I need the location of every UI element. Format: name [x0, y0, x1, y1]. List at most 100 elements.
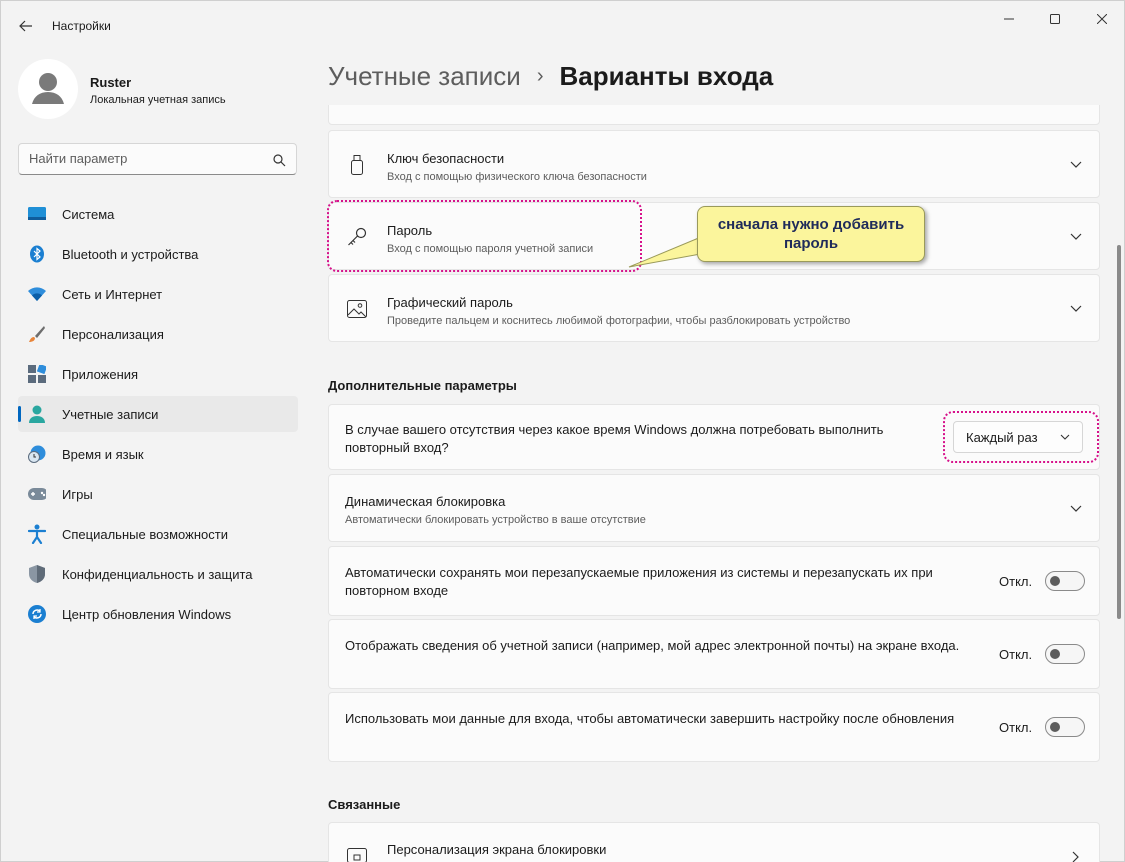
sidebar-item-privacy[interactable]: Конфиденциальность и защита [18, 556, 298, 592]
setting-text: Автоматически сохранять мои перезапускае… [345, 565, 933, 598]
chevron-down-icon[interactable] [1069, 158, 1083, 172]
title-bar: Настройки [1, 1, 1124, 45]
annotation-callout: сначала нужно добавить пароль [697, 206, 925, 262]
setting-text: Использовать мои данные для входа, чтобы… [345, 711, 955, 726]
picture-password-card[interactable]: Графический пароль Проведите пальцем и к… [328, 274, 1100, 342]
security-key-card[interactable]: Ключ безопасности Вход с помощью физичес… [328, 130, 1100, 198]
toggle-knob [1050, 722, 1060, 732]
key-icon [347, 227, 367, 247]
show-account-details-card: Отображать сведения об учетной записи (н… [328, 619, 1100, 689]
toggle-state-label: Откл. [999, 720, 1033, 735]
sidebar-item-label: Персонализация [62, 327, 164, 342]
require-signin-dropdown[interactable]: Каждый раз [953, 421, 1083, 453]
sidebar-item-windows-update[interactable]: Центр обновления Windows [18, 596, 298, 632]
sidebar-nav: Система Bluetooth и устройства Сеть и Ин… [18, 196, 298, 636]
minimize-icon [1004, 18, 1014, 20]
dynamic-lock-card[interactable]: Динамическая блокировка Автоматически бл… [328, 474, 1100, 542]
back-button[interactable] [13, 13, 39, 39]
close-icon [1097, 14, 1107, 24]
search-icon[interactable] [272, 153, 286, 167]
sidebar-item-label: Время и язык [62, 447, 144, 462]
sidebar-item-system[interactable]: Система [18, 196, 298, 232]
sign-in-option-card-partial[interactable] [328, 105, 1100, 125]
section-heading-additional: Дополнительные параметры [328, 378, 517, 393]
card-title: Графический пароль [387, 295, 513, 310]
sidebar-item-label: Специальные возможности [62, 527, 228, 542]
toggle-state-label: Откл. [999, 647, 1033, 662]
restart-apps-toggle[interactable] [1045, 571, 1085, 591]
sidebar-item-bluetooth[interactable]: Bluetooth и устройства [18, 236, 298, 272]
apps-icon [28, 365, 46, 383]
card-title: Пароль [387, 223, 433, 238]
sidebar-item-time-language[interactable]: Время и язык [18, 436, 298, 472]
card-description: Вход с помощью физического ключа безопас… [387, 171, 647, 183]
gamepad-icon [28, 485, 46, 503]
toggle-state-label: Откл. [999, 574, 1033, 589]
chevron-down-icon[interactable] [1069, 502, 1083, 516]
sidebar-item-personalization[interactable]: Персонализация [18, 316, 298, 352]
system-icon [28, 205, 46, 223]
accessibility-icon [28, 524, 46, 544]
user-name: Ruster [90, 75, 132, 90]
search-input[interactable] [29, 151, 259, 166]
card-description: Вход с помощью пароля учетной записи [387, 243, 594, 255]
chevron-right-icon[interactable] [1069, 850, 1083, 862]
lock-screen-personalization-card[interactable]: Персонализация экрана блокировки [328, 822, 1100, 862]
section-heading-related: Связанные [328, 797, 401, 812]
chevron-down-icon[interactable] [1069, 230, 1083, 244]
lock-screen-icon [347, 847, 367, 862]
use-signin-info-card: Использовать мои данные для входа, чтобы… [328, 692, 1100, 762]
sidebar-item-label: Сеть и Интернет [62, 287, 163, 302]
sidebar-item-accounts[interactable]: Учетные записи [18, 396, 298, 432]
brush-icon [28, 325, 46, 343]
setting-text: Отображать сведения об учетной записи (н… [345, 638, 960, 653]
card-title: Ключ безопасности [387, 151, 505, 166]
sidebar-item-label: Учетные записи [62, 407, 159, 422]
breadcrumb: Учетные записи › Варианты входа [328, 61, 773, 92]
wifi-icon [28, 285, 46, 303]
breadcrumb-parent[interactable]: Учетные записи [328, 61, 521, 92]
require-signin-text: В случае вашего отсутствия через какое в… [345, 422, 884, 455]
usb-key-icon [347, 155, 367, 175]
sidebar-item-label: Система [62, 207, 115, 222]
toggle-knob [1050, 649, 1060, 659]
settings-window: Настройки Ruster Локальная учетная запис… [0, 0, 1125, 862]
maximize-icon [1050, 14, 1060, 24]
sidebar-item-label: Bluetooth и устройства [62, 247, 199, 262]
time-language-icon [28, 445, 46, 463]
update-icon [28, 605, 46, 623]
sidebar-item-label: Центр обновления Windows [62, 607, 232, 622]
app-title: Настройки [52, 19, 111, 33]
card-title: Динамическая блокировка [345, 494, 506, 509]
minimize-button[interactable] [992, 9, 1026, 29]
dropdown-value: Каждый раз [966, 430, 1038, 445]
search-box[interactable] [18, 143, 297, 175]
shield-icon [28, 565, 46, 583]
user-avatar-icon [32, 73, 64, 104]
breadcrumb-separator: › [536, 65, 544, 87]
restart-apps-card: Автоматически сохранять мои перезапускае… [328, 546, 1100, 616]
card-description: Проведите пальцем и коснитесь любимой фо… [387, 315, 851, 327]
accounts-icon [28, 405, 46, 423]
close-button[interactable] [1085, 9, 1119, 29]
sidebar-item-apps[interactable]: Приложения [18, 356, 298, 392]
sidebar-item-label: Приложения [62, 367, 139, 382]
picture-icon [347, 299, 367, 319]
arrow-left-icon [19, 20, 32, 32]
avatar[interactable] [18, 59, 78, 119]
page-title: Варианты входа [559, 61, 774, 91]
toggle-knob [1050, 576, 1060, 586]
show-account-details-toggle[interactable] [1045, 644, 1085, 664]
account-type: Локальная учетная запись [90, 94, 226, 106]
sidebar-item-label: Игры [62, 487, 93, 502]
card-title: Персонализация экрана блокировки [387, 842, 607, 857]
chevron-down-icon[interactable] [1069, 302, 1083, 316]
scrollbar[interactable] [1117, 245, 1121, 619]
maximize-button[interactable] [1038, 9, 1072, 29]
chevron-down-icon [1060, 434, 1070, 440]
bluetooth-icon [28, 245, 46, 263]
use-signin-info-toggle[interactable] [1045, 717, 1085, 737]
sidebar-item-gaming[interactable]: Игры [18, 476, 298, 512]
sidebar-item-network[interactable]: Сеть и Интернет [18, 276, 298, 312]
sidebar-item-accessibility[interactable]: Специальные возможности [18, 516, 298, 552]
